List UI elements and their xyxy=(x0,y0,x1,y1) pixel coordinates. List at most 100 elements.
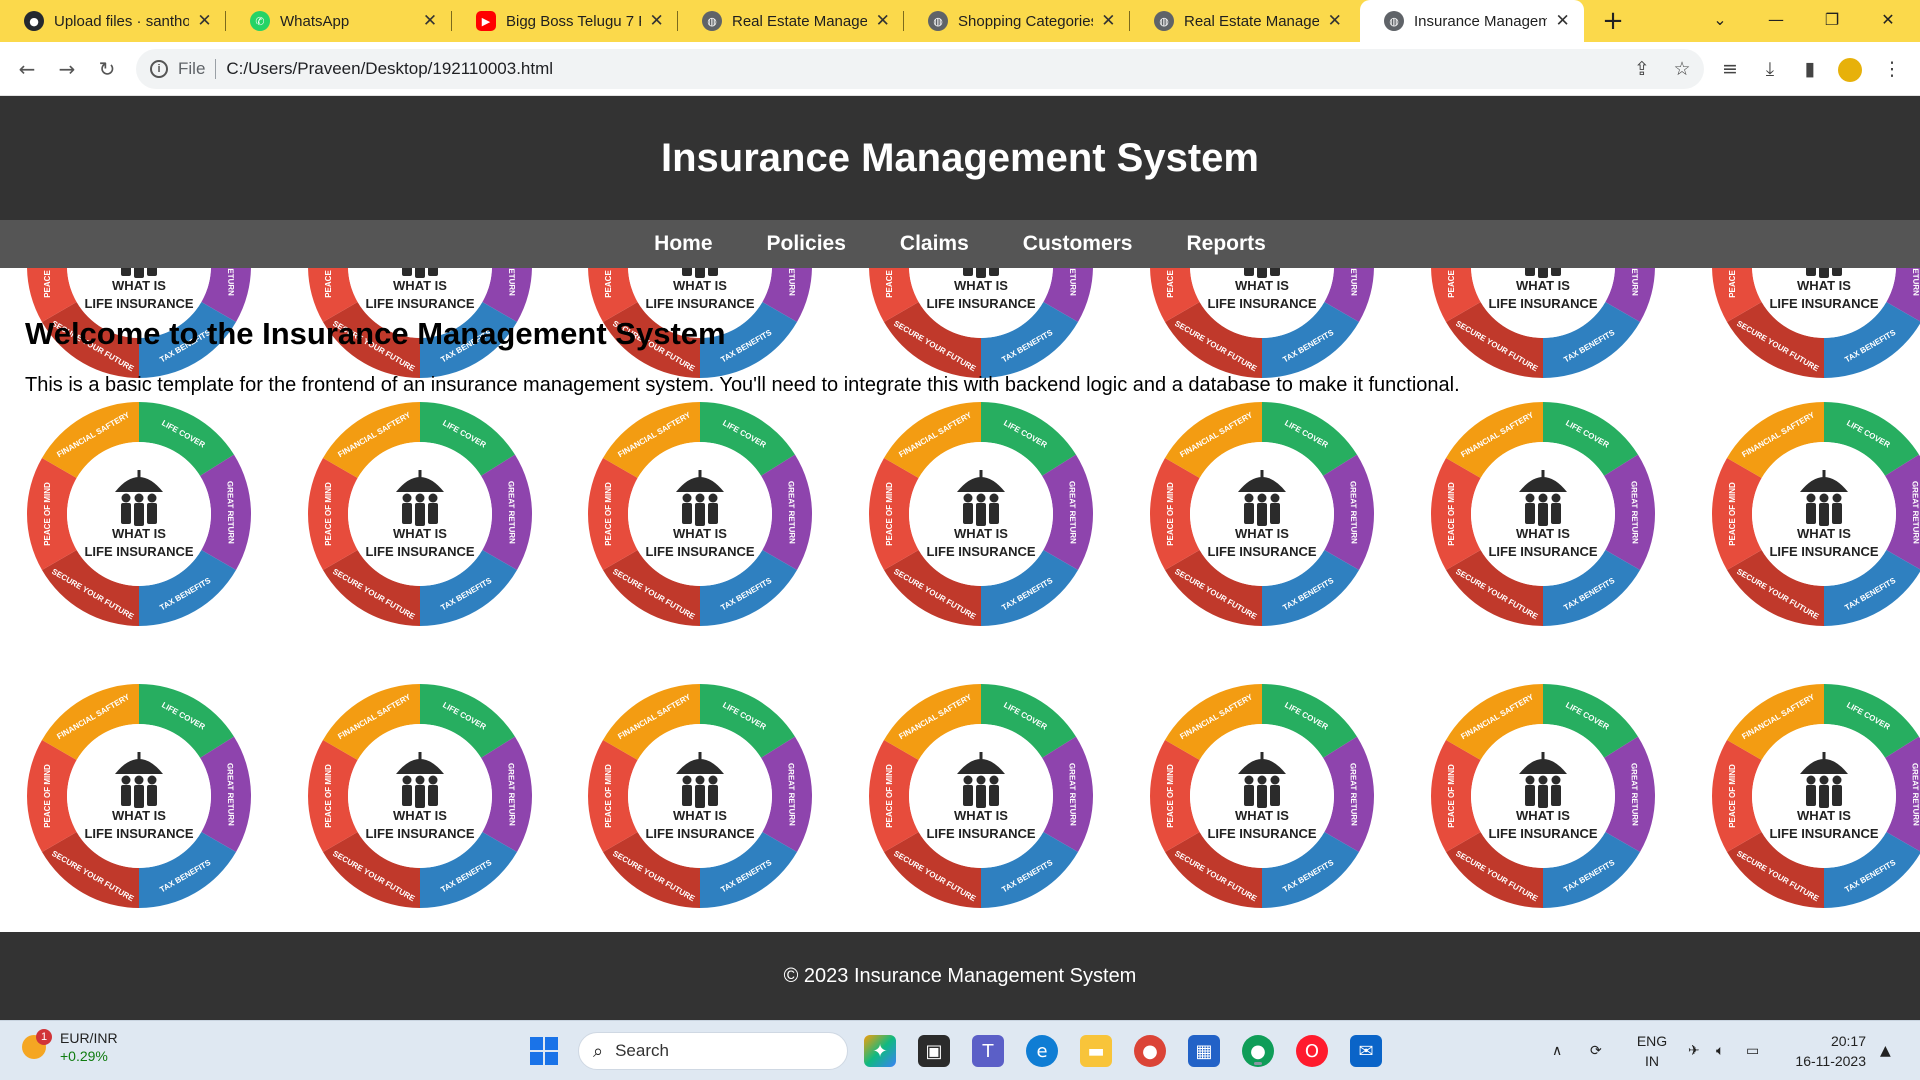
nav-home[interactable]: Home xyxy=(654,232,712,256)
globe-icon: ◍ xyxy=(1384,11,1404,31)
wheel-caption-line1: WHAT IS xyxy=(393,808,447,823)
tab-insurance-management[interactable]: ◍ Insurance Manageme ✕ xyxy=(1360,0,1584,42)
file-manager-icon[interactable]: ▣ xyxy=(918,1035,950,1067)
start-icon[interactable] xyxy=(528,1035,560,1067)
download-icon[interactable]: ⤓ xyxy=(1754,53,1786,85)
share-icon[interactable]: ⇪ xyxy=(1626,53,1658,85)
wheel-caption-line2: LIFE INSURANCE xyxy=(84,296,193,311)
volume-icon[interactable]: 🔈︎ xyxy=(1716,1021,1724,1080)
tab-shopping-categories[interactable]: ◍ Shopping Categories ✕ xyxy=(904,0,1130,42)
mail-icon[interactable]: ✉ xyxy=(1350,1035,1382,1067)
wheel-caption-line1: WHAT IS xyxy=(1235,278,1289,293)
family-person-icon xyxy=(695,775,705,785)
family-person-icon xyxy=(121,493,131,503)
family-person-icon xyxy=(1270,775,1280,785)
address-bar[interactable]: i File C:/Users/Praveen/Desktop/19211000… xyxy=(136,49,1704,89)
language-indicator[interactable]: ENG IN xyxy=(1634,1031,1670,1071)
tab-title: Bigg Boss Telugu 7 Pr xyxy=(506,12,642,30)
close-icon[interactable]: ✕ xyxy=(1327,11,1342,31)
wheel-segment-label: GREAT RETURN xyxy=(225,268,235,296)
nav-policies[interactable]: Policies xyxy=(767,232,846,256)
system-clock[interactable]: 20:17 16-11-2023 xyxy=(1786,1031,1866,1071)
wheel-segment-label: PEACE OF MIND xyxy=(885,268,894,298)
family-person-icon xyxy=(963,493,973,503)
airplane-mode-icon[interactable]: ✈ xyxy=(1688,1021,1700,1080)
bookmark-star-icon[interactable]: ☆ xyxy=(1666,53,1698,85)
tab-search-icon[interactable]: ⌄ xyxy=(1692,0,1748,42)
clock-time: 20:17 xyxy=(1830,1033,1866,1049)
nav-customers[interactable]: Customers xyxy=(1023,232,1133,256)
family-person-icon xyxy=(1270,493,1280,503)
tab-bigg-boss[interactable]: ▶ Bigg Boss Telugu 7 Pr ✕ xyxy=(452,0,678,42)
side-panel-icon[interactable]: ▮ xyxy=(1794,53,1826,85)
new-tab-button[interactable]: + xyxy=(1598,6,1628,36)
close-window-button[interactable]: ✕ xyxy=(1860,0,1916,42)
edge-icon[interactable]: e xyxy=(1026,1035,1058,1067)
wheel-caption-line1: WHAT IS xyxy=(954,808,1008,823)
sync-icon[interactable]: ⟳ xyxy=(1590,1021,1602,1080)
copilot-icon[interactable]: ✦ xyxy=(864,1035,896,1067)
globe-icon: ◍ xyxy=(702,11,722,31)
search-icon: ⌕ xyxy=(593,1040,604,1062)
site-footer: © 2023 Insurance Management System xyxy=(0,932,1920,1020)
close-icon[interactable]: ✕ xyxy=(875,11,890,31)
family-person-icon xyxy=(1525,493,1535,503)
info-icon[interactable]: i xyxy=(150,60,168,78)
notification-bell-icon[interactable]: ▲ xyxy=(1880,1021,1891,1080)
tab-real-estate-2[interactable]: ◍ Real Estate Managem ✕ xyxy=(1130,0,1356,42)
back-button[interactable]: ← xyxy=(12,54,42,84)
taskbar-search-input[interactable]: ⌕ Search xyxy=(578,1032,848,1070)
chrome-profile-icon[interactable]: ● xyxy=(1242,1035,1274,1067)
store-icon[interactable]: ▦ xyxy=(1188,1035,1220,1067)
menu-kebab-icon[interactable]: ⋮ xyxy=(1876,53,1908,85)
tab-whatsapp[interactable]: ✆ WhatsApp ✕ xyxy=(226,0,452,42)
life-insurance-wheel: LIFE COVERGREAT RETURNTAX BENEFITSSECURE… xyxy=(1431,268,1655,378)
chrome-icon[interactable]: ● xyxy=(1134,1035,1166,1067)
wheel-segment-label: GREAT RETURN xyxy=(1067,268,1077,296)
close-icon[interactable]: ✕ xyxy=(1101,11,1116,31)
opera-icon[interactable]: O xyxy=(1296,1035,1328,1067)
wheel-segment-label: PEACE OF MIND xyxy=(885,764,894,828)
wheel-segment-label: GREAT RETURN xyxy=(1067,481,1077,544)
forward-button[interactable]: → xyxy=(52,54,82,84)
wheel-caption-line2: LIFE INSURANCE xyxy=(365,544,474,559)
profile-avatar[interactable] xyxy=(1838,58,1862,82)
widget-label: EUR/INR xyxy=(60,1030,118,1046)
family-person-icon xyxy=(708,493,718,503)
maximize-button[interactable]: ❐ xyxy=(1804,0,1860,42)
media-queue-icon[interactable]: ≡ xyxy=(1714,53,1746,85)
wheel-caption-line1: WHAT IS xyxy=(1516,278,1570,293)
reload-button[interactable]: ↻ xyxy=(92,54,122,84)
family-person-icon xyxy=(402,493,412,503)
wheel-segment-label: GREAT RETURN xyxy=(1348,481,1358,544)
close-icon[interactable]: ✕ xyxy=(1555,11,1570,31)
wheel-caption-line1: WHAT IS xyxy=(1797,278,1851,293)
wheel-segment-label: PEACE OF MIND xyxy=(1447,482,1456,546)
tray-overflow-icon[interactable]: ∧ xyxy=(1552,1021,1562,1080)
address-url[interactable]: C:/Users/Praveen/Desktop/192110003.html xyxy=(226,59,553,79)
nav-reports[interactable]: Reports xyxy=(1186,232,1265,256)
battery-icon[interactable]: ▭ xyxy=(1746,1021,1759,1080)
family-person-icon xyxy=(1538,775,1548,785)
life-insurance-wheel: LIFE COVERGREAT RETURNTAX BENEFITSSECURE… xyxy=(1149,684,1375,908)
life-insurance-wheel: LIFE COVERGREAT RETURNTAX BENEFITSSECURE… xyxy=(1431,402,1656,626)
family-person-icon xyxy=(1832,775,1842,785)
close-icon[interactable]: ✕ xyxy=(197,11,212,31)
nav-claims[interactable]: Claims xyxy=(900,232,969,256)
wheel-caption-line1: WHAT IS xyxy=(1797,808,1851,823)
lang-line2: IN xyxy=(1645,1053,1659,1069)
wheel-segment-label: PEACE OF MIND xyxy=(1166,268,1175,298)
close-icon[interactable]: ✕ xyxy=(422,11,438,31)
wheel-segment-label: GREAT RETURN xyxy=(786,481,796,544)
tab-upload-files[interactable]: ● Upload files · santhos ✕ xyxy=(0,0,226,42)
tab-real-estate-1[interactable]: ◍ Real Estate Managem ✕ xyxy=(678,0,904,42)
intro-paragraph: This is a basic template for the fronten… xyxy=(25,374,1460,396)
minimize-button[interactable]: — xyxy=(1748,0,1804,42)
tab-title: Insurance Manageme xyxy=(1414,12,1548,30)
weather-stock-widget[interactable]: 1 EUR/INR +0.29% xyxy=(22,1029,118,1065)
close-icon[interactable]: ✕ xyxy=(649,11,664,31)
teams-icon[interactable]: T xyxy=(972,1035,1004,1067)
folder-icon[interactable]: ▬ xyxy=(1080,1035,1112,1067)
wheel-segment-label: PEACE OF MIND xyxy=(324,268,333,298)
widget-change: +0.29% xyxy=(60,1048,108,1064)
